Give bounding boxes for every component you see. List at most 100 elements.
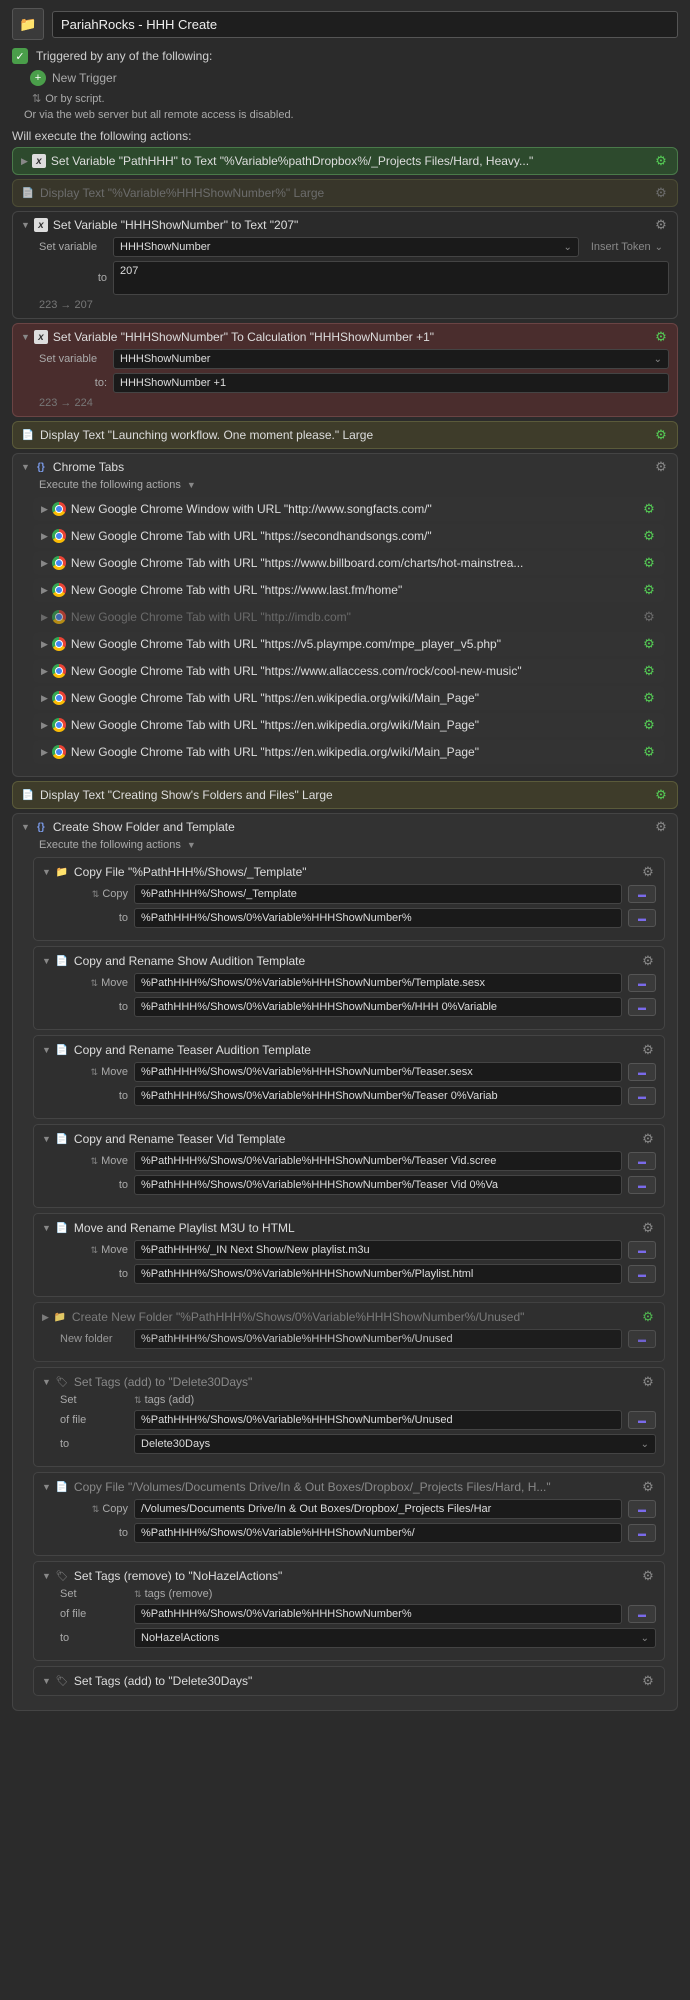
disclosure-icon[interactable]: [21, 220, 30, 230]
from-input[interactable]: %PathHHH%/Shows/_Template: [134, 884, 622, 904]
token-button[interactable]: [628, 1063, 656, 1081]
action-title[interactable]: Set Variable "HHHShowNumber" to Text "20…: [53, 218, 653, 232]
tags-mode[interactable]: ⇅ tags (add): [134, 1394, 194, 1406]
chrome-action-title[interactable]: New Google Chrome Tab with URL "https://…: [71, 718, 641, 732]
token-button[interactable]: [628, 998, 656, 1016]
gear-icon[interactable]: ⚙: [653, 329, 669, 345]
value-input[interactable]: 207: [113, 261, 669, 295]
action-title[interactable]: Copy and Rename Teaser Vid Template: [74, 1132, 640, 1146]
token-button[interactable]: [628, 1241, 656, 1259]
offile-input[interactable]: %PathHHH%/Shows/0%Variable%HHHShowNumber…: [134, 1410, 622, 1430]
op-label[interactable]: ⇅ Move: [60, 1066, 128, 1078]
from-input[interactable]: %PathHHH%/Shows/0%Variable%HHHShowNumber…: [134, 1151, 622, 1171]
action-title[interactable]: Display Text "Creating Show's Folders an…: [40, 788, 653, 802]
action-title[interactable]: Move and Rename Playlist M3U to HTML: [74, 1221, 640, 1235]
group-title[interactable]: Create Show Folder and Template: [53, 820, 653, 834]
gear-icon[interactable]: ⚙: [641, 582, 657, 598]
action-title[interactable]: Create New Folder "%PathHHH%/Shows/0%Var…: [72, 1310, 640, 1324]
gear-icon[interactable]: ⚙: [653, 217, 669, 233]
disclosure-icon[interactable]: [42, 1377, 51, 1387]
action-title[interactable]: Display Text "Launching workflow. One mo…: [40, 428, 653, 442]
chrome-action-title[interactable]: New Google Chrome Tab with URL "https://…: [71, 637, 641, 651]
action-title[interactable]: Set Variable "HHHShowNumber" To Calculat…: [53, 330, 653, 344]
gear-icon[interactable]: ⚙: [640, 1479, 656, 1495]
disclosure-icon[interactable]: [42, 956, 51, 966]
to-input[interactable]: %PathHHH%/Shows/0%Variable%HHHShowNumber…: [134, 997, 622, 1017]
newfolder-input[interactable]: %PathHHH%/Shows/0%Variable%HHHShowNumber…: [134, 1329, 622, 1349]
from-input[interactable]: /Volumes/Documents Drive/In & Out Boxes/…: [134, 1499, 622, 1519]
disclosure-icon[interactable]: [42, 1571, 51, 1581]
to-input[interactable]: %PathHHH%/Shows/0%Variable%HHHShowNumber…: [134, 1175, 622, 1195]
gear-icon[interactable]: ⚙: [653, 787, 669, 803]
gear-icon[interactable]: ⚙: [641, 609, 657, 625]
gear-icon[interactable]: ⚙: [641, 501, 657, 517]
gear-icon[interactable]: ⚙: [653, 427, 669, 443]
offile-input[interactable]: %PathHHH%/Shows/0%Variable%HHHShowNumber…: [134, 1604, 622, 1624]
tag-select[interactable]: Delete30Days: [134, 1434, 656, 1454]
group-title[interactable]: Chrome Tabs: [53, 460, 653, 474]
disclosure-icon[interactable]: [42, 1223, 51, 1233]
gear-icon[interactable]: ⚙: [641, 528, 657, 544]
gear-icon[interactable]: ⚙: [653, 459, 669, 475]
gear-icon[interactable]: ⚙: [653, 185, 669, 201]
token-button[interactable]: [628, 1605, 656, 1623]
tags-mode[interactable]: ⇅ tags (remove): [134, 1588, 212, 1600]
token-button[interactable]: [628, 974, 656, 992]
action-title[interactable]: Set Variable "PathHHH" to Text "%Variabl…: [51, 154, 653, 168]
variable-name-select[interactable]: HHHShowNumber: [113, 237, 579, 257]
from-input[interactable]: %PathHHH%/Shows/0%Variable%HHHShowNumber…: [134, 1062, 622, 1082]
disclosure-icon[interactable]: [41, 612, 48, 623]
gear-icon[interactable]: ⚙: [641, 636, 657, 652]
gear-icon[interactable]: ⚙: [641, 717, 657, 733]
chrome-action-title[interactable]: New Google Chrome Tab with URL "https://…: [71, 529, 641, 543]
token-button[interactable]: [628, 1411, 656, 1429]
disclosure-icon[interactable]: [21, 156, 28, 167]
action-title[interactable]: Set Tags (remove) to "NoHazelActions": [74, 1569, 640, 1583]
chrome-action-title[interactable]: New Google Chrome Tab with URL "https://…: [71, 664, 641, 678]
triggered-checkbox[interactable]: ✓: [12, 48, 28, 64]
token-button[interactable]: [628, 1176, 656, 1194]
token-button[interactable]: [628, 1265, 656, 1283]
disclosure-icon[interactable]: [21, 332, 30, 342]
token-button[interactable]: [628, 1524, 656, 1542]
disclosure-icon[interactable]: [41, 585, 48, 596]
from-input[interactable]: %PathHHH%/_IN Next Show/New playlist.m3u: [134, 1240, 622, 1260]
action-title[interactable]: Copy and Rename Teaser Audition Template: [74, 1043, 640, 1057]
op-label[interactable]: ⇅ Copy: [60, 888, 128, 900]
action-title[interactable]: Copy File "/Volumes/Documents Drive/In &…: [74, 1480, 640, 1494]
disclosure-icon[interactable]: [42, 867, 51, 877]
disclosure-icon[interactable]: [41, 747, 48, 758]
dropdown-icon[interactable]: [187, 480, 196, 490]
action-title[interactable]: Set Tags (add) to "Delete30Days": [74, 1674, 640, 1688]
value-input[interactable]: HHHShowNumber +1: [113, 373, 669, 393]
disclosure-icon[interactable]: [42, 1312, 49, 1323]
gear-icon[interactable]: ⚙: [640, 953, 656, 969]
op-label[interactable]: ⇅ Move: [60, 1155, 128, 1167]
to-input[interactable]: %PathHHH%/Shows/0%Variable%HHHShowNumber…: [134, 1523, 622, 1543]
disclosure-icon[interactable]: [41, 720, 48, 731]
gear-icon[interactable]: ⚙: [640, 864, 656, 880]
token-button[interactable]: [628, 909, 656, 927]
disclosure-icon[interactable]: [41, 558, 48, 569]
to-input[interactable]: %PathHHH%/Shows/0%Variable%HHHShowNumber…: [134, 1264, 622, 1284]
gear-icon[interactable]: ⚙: [640, 1220, 656, 1236]
token-button[interactable]: [628, 1500, 656, 1518]
to-input[interactable]: %PathHHH%/Shows/0%Variable%HHHShowNumber…: [134, 908, 622, 928]
disclosure-icon[interactable]: [21, 462, 30, 472]
gear-icon[interactable]: ⚙: [641, 690, 657, 706]
disclosure-icon[interactable]: [41, 639, 48, 650]
action-title[interactable]: Set Tags (add) to "Delete30Days": [74, 1375, 640, 1389]
token-button[interactable]: [628, 1152, 656, 1170]
gear-icon[interactable]: ⚙: [641, 663, 657, 679]
to-input[interactable]: %PathHHH%/Shows/0%Variable%HHHShowNumber…: [134, 1086, 622, 1106]
disclosure-icon[interactable]: [42, 1676, 51, 1686]
disclosure-icon[interactable]: [42, 1134, 51, 1144]
gear-icon[interactable]: ⚙: [641, 744, 657, 760]
chrome-action-title[interactable]: New Google Chrome Tab with URL "http://i…: [71, 610, 641, 624]
gear-icon[interactable]: ⚙: [640, 1309, 656, 1325]
gear-icon[interactable]: ⚙: [640, 1374, 656, 1390]
dropdown-icon[interactable]: [187, 840, 196, 850]
op-label[interactable]: ⇅ Move: [60, 1244, 128, 1256]
variable-name-select[interactable]: HHHShowNumber: [113, 349, 669, 369]
chrome-action-title[interactable]: New Google Chrome Tab with URL "https://…: [71, 691, 641, 705]
